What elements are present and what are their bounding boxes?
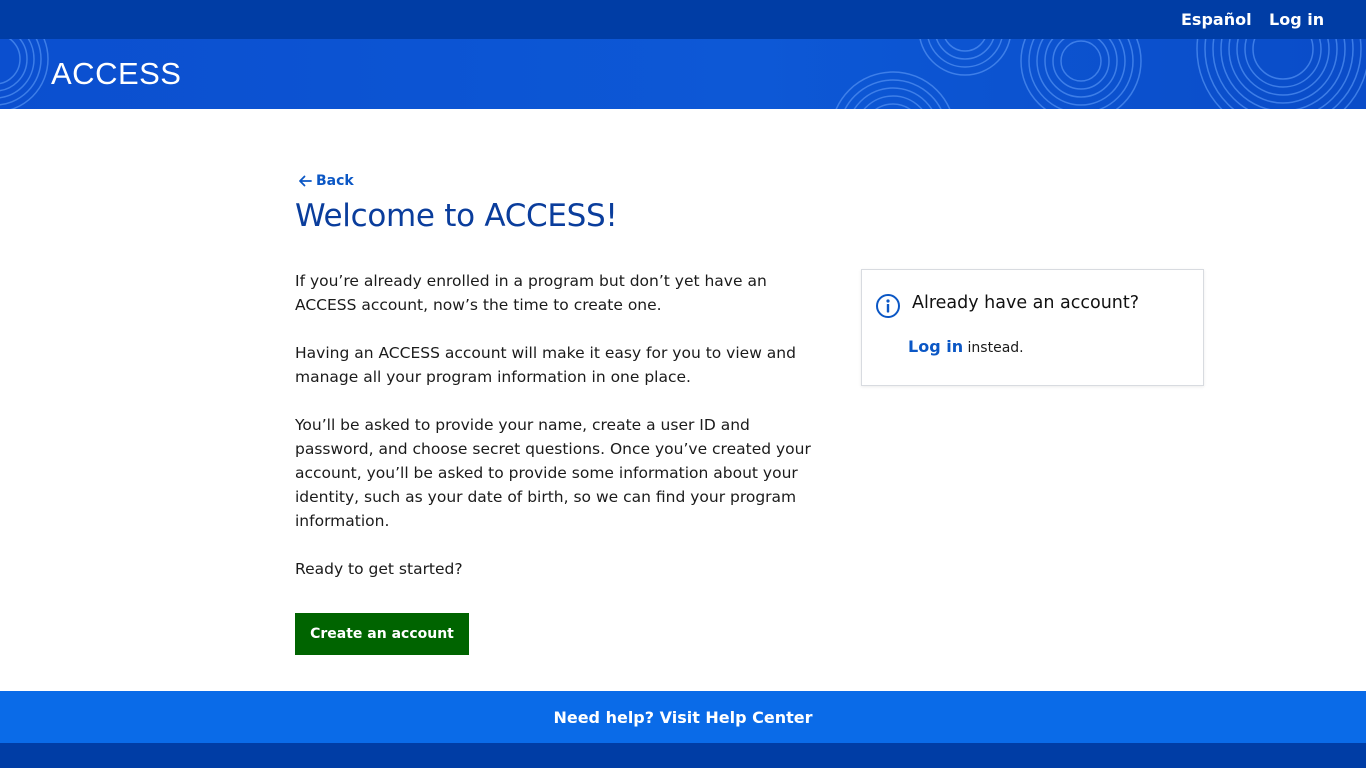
back-link-label: Back xyxy=(316,173,354,189)
footer-strip xyxy=(0,743,1366,768)
page-title: Welcome to ACCESS! xyxy=(295,198,618,234)
top-utility-bar: Español Log in xyxy=(0,0,1366,39)
card-login-link[interactable]: Log in xyxy=(908,337,963,356)
access-logo-text: ACCESS xyxy=(51,56,182,91)
help-bar: Need help? Visit Help Center xyxy=(0,691,1366,743)
arrow-left-icon xyxy=(299,175,312,187)
card-login-suffix: instead. xyxy=(963,340,1024,356)
info-circle-icon xyxy=(876,294,900,318)
intro-text: If you’re already enrolled in a program … xyxy=(295,269,815,605)
intro-paragraph: You’ll be asked to provide your name, cr… xyxy=(295,416,811,530)
ready-prompt: Ready to get started? xyxy=(295,560,463,578)
existing-account-card: Already have an account? Log in instead. xyxy=(861,269,1204,386)
header-login-link[interactable]: Log in xyxy=(1269,9,1324,31)
language-link-espanol[interactable]: Español xyxy=(1181,9,1252,31)
intro-paragraph: If you’re already enrolled in a program … xyxy=(295,272,767,314)
create-account-button[interactable]: Create an account xyxy=(295,613,469,655)
help-center-link[interactable]: Need help? Visit Help Center xyxy=(553,708,812,727)
card-login-text: Log in instead. xyxy=(908,335,1024,360)
decorative-circles xyxy=(0,39,1366,109)
card-title: Already have an account? xyxy=(912,293,1140,313)
intro-paragraph: Having an ACCESS account will make it ea… xyxy=(295,344,796,386)
back-link[interactable]: Back xyxy=(297,171,354,191)
header-banner: ACCESS xyxy=(0,39,1366,109)
